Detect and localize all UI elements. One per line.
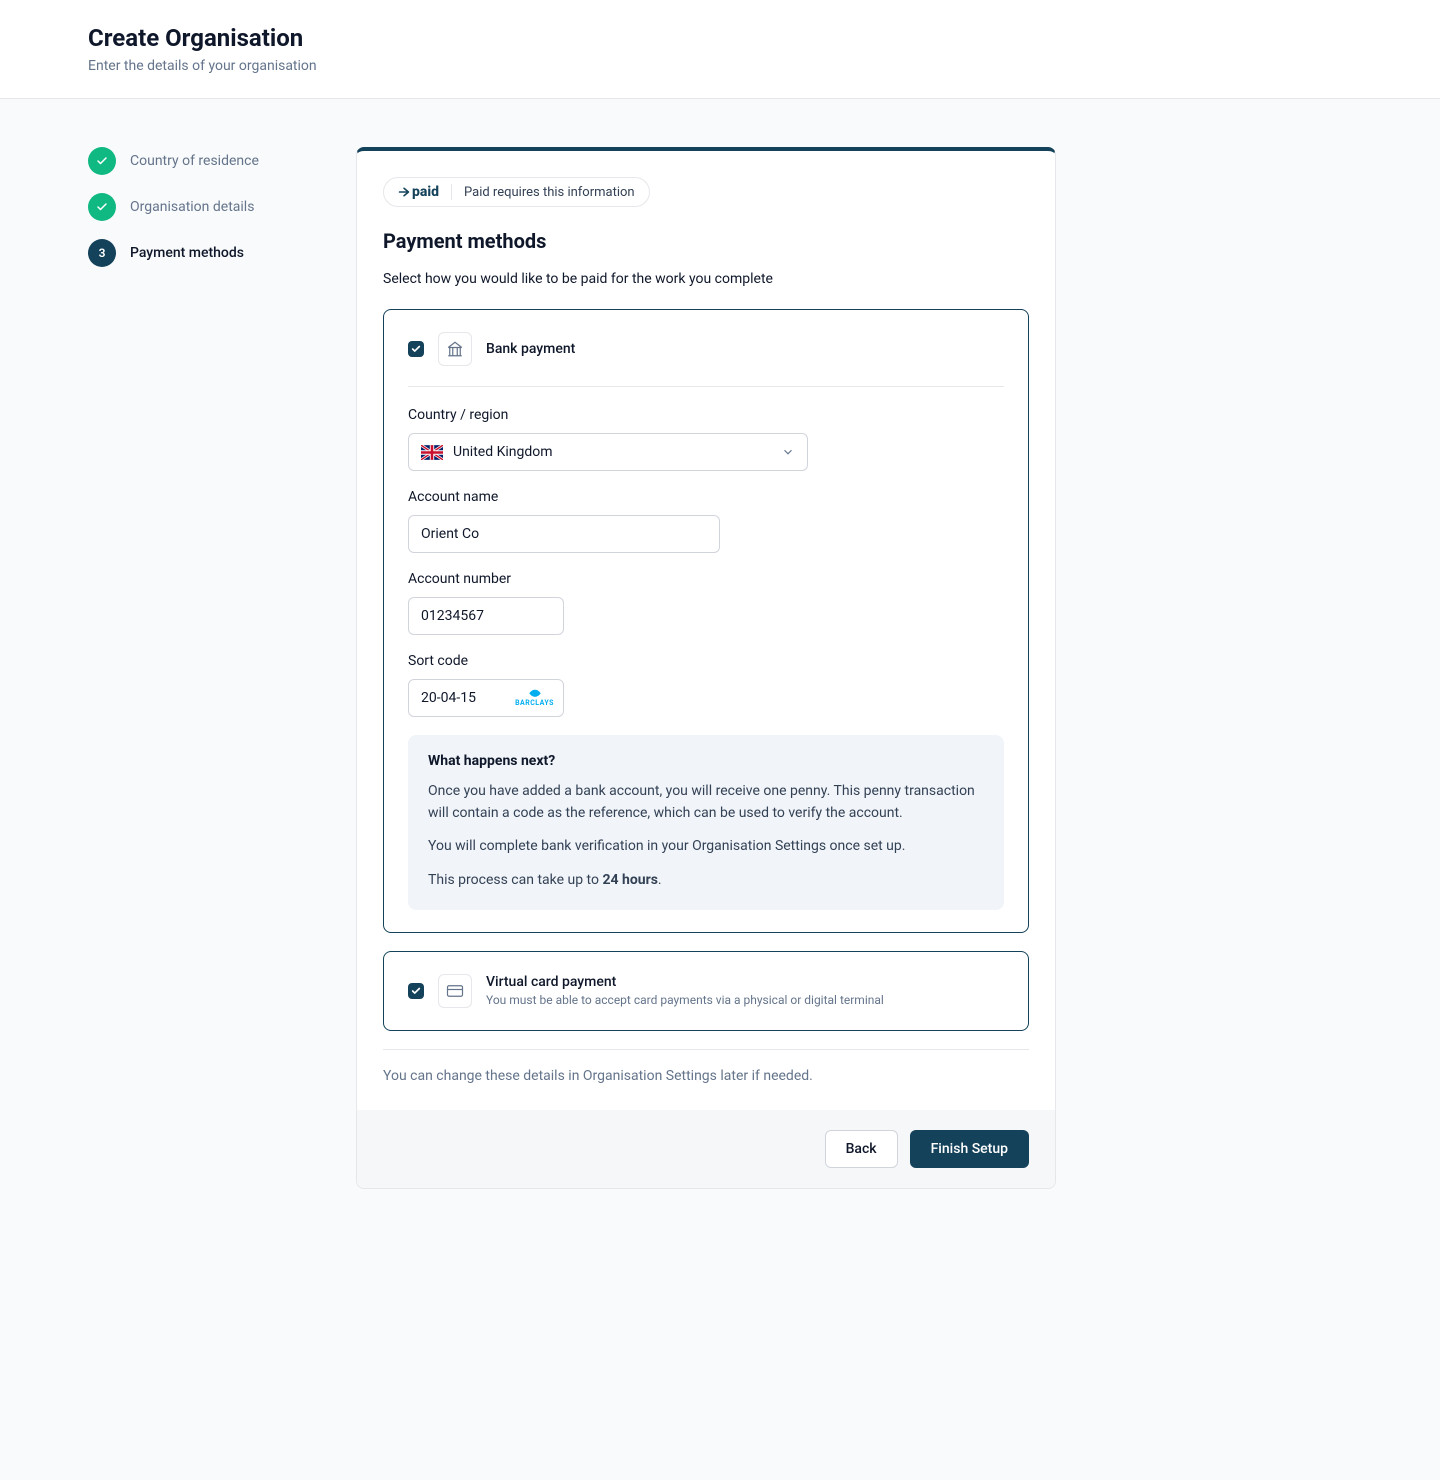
step-label: Payment methods bbox=[130, 245, 244, 261]
step-country: Country of residence bbox=[88, 147, 308, 175]
virtual-title: Virtual card payment bbox=[486, 974, 884, 990]
section-desc: Select how you would like to be paid for… bbox=[383, 271, 1029, 287]
chevron-down-icon bbox=[781, 445, 795, 459]
bank-title: Bank payment bbox=[486, 341, 575, 357]
finish-setup-button[interactable]: Finish Setup bbox=[910, 1130, 1029, 1168]
info-box: What happens next? Once you have added a… bbox=[408, 735, 1004, 910]
card-footer: Back Finish Setup bbox=[357, 1110, 1055, 1188]
page-subtitle: Enter the details of your organisation bbox=[88, 58, 1352, 74]
country-label: Country / region bbox=[408, 407, 1004, 423]
info-p2: You will complete bank verification in y… bbox=[428, 836, 984, 858]
uk-flag-icon bbox=[421, 445, 443, 460]
barclays-logo: BARCLAYS bbox=[515, 689, 554, 707]
virtual-sub: You must be able to accept card payments… bbox=[486, 993, 884, 1007]
stepper: Country of residence Organisation detail… bbox=[88, 147, 308, 285]
check-icon bbox=[88, 147, 116, 175]
card-icon bbox=[438, 974, 472, 1008]
account-number-label: Account number bbox=[408, 571, 1004, 587]
paid-logo: paid bbox=[398, 184, 452, 200]
form-card: paid Paid requires this information Paym… bbox=[356, 147, 1056, 1189]
account-name-label: Account name bbox=[408, 489, 1004, 505]
account-name-input[interactable] bbox=[408, 515, 720, 553]
bank-checkbox[interactable] bbox=[408, 341, 424, 357]
footnote: You can change these details in Organisa… bbox=[383, 1068, 1029, 1084]
country-value: United Kingdom bbox=[453, 444, 553, 460]
bank-payment-card: Bank payment Country / region bbox=[383, 309, 1029, 933]
info-p3: This process can take up to 24 hours. bbox=[428, 870, 984, 892]
step-label: Country of residence bbox=[130, 153, 259, 169]
sort-code-label: Sort code bbox=[408, 653, 1004, 669]
back-button[interactable]: Back bbox=[825, 1130, 898, 1168]
step-label: Organisation details bbox=[130, 199, 254, 215]
divider bbox=[383, 1049, 1029, 1050]
step-payment: 3 Payment methods bbox=[88, 239, 308, 267]
info-pill: paid Paid requires this information bbox=[383, 177, 650, 207]
step-number: 3 bbox=[88, 239, 116, 267]
section-title: Payment methods bbox=[383, 229, 1029, 253]
account-number-input[interactable] bbox=[408, 597, 564, 635]
country-select[interactable]: United Kingdom bbox=[408, 433, 808, 471]
step-organisation: Organisation details bbox=[88, 193, 308, 221]
check-icon bbox=[88, 193, 116, 221]
info-heading: What happens next? bbox=[428, 753, 984, 769]
page-header: Create Organisation Enter the details of… bbox=[0, 0, 1440, 99]
virtual-card-payment-card: Virtual card payment You must be able to… bbox=[383, 951, 1029, 1031]
pill-text: Paid requires this information bbox=[464, 185, 635, 200]
page-title: Create Organisation bbox=[88, 24, 1352, 52]
info-p1: Once you have added a bank account, you … bbox=[428, 781, 984, 824]
virtual-checkbox[interactable] bbox=[408, 983, 424, 999]
bank-icon bbox=[438, 332, 472, 366]
